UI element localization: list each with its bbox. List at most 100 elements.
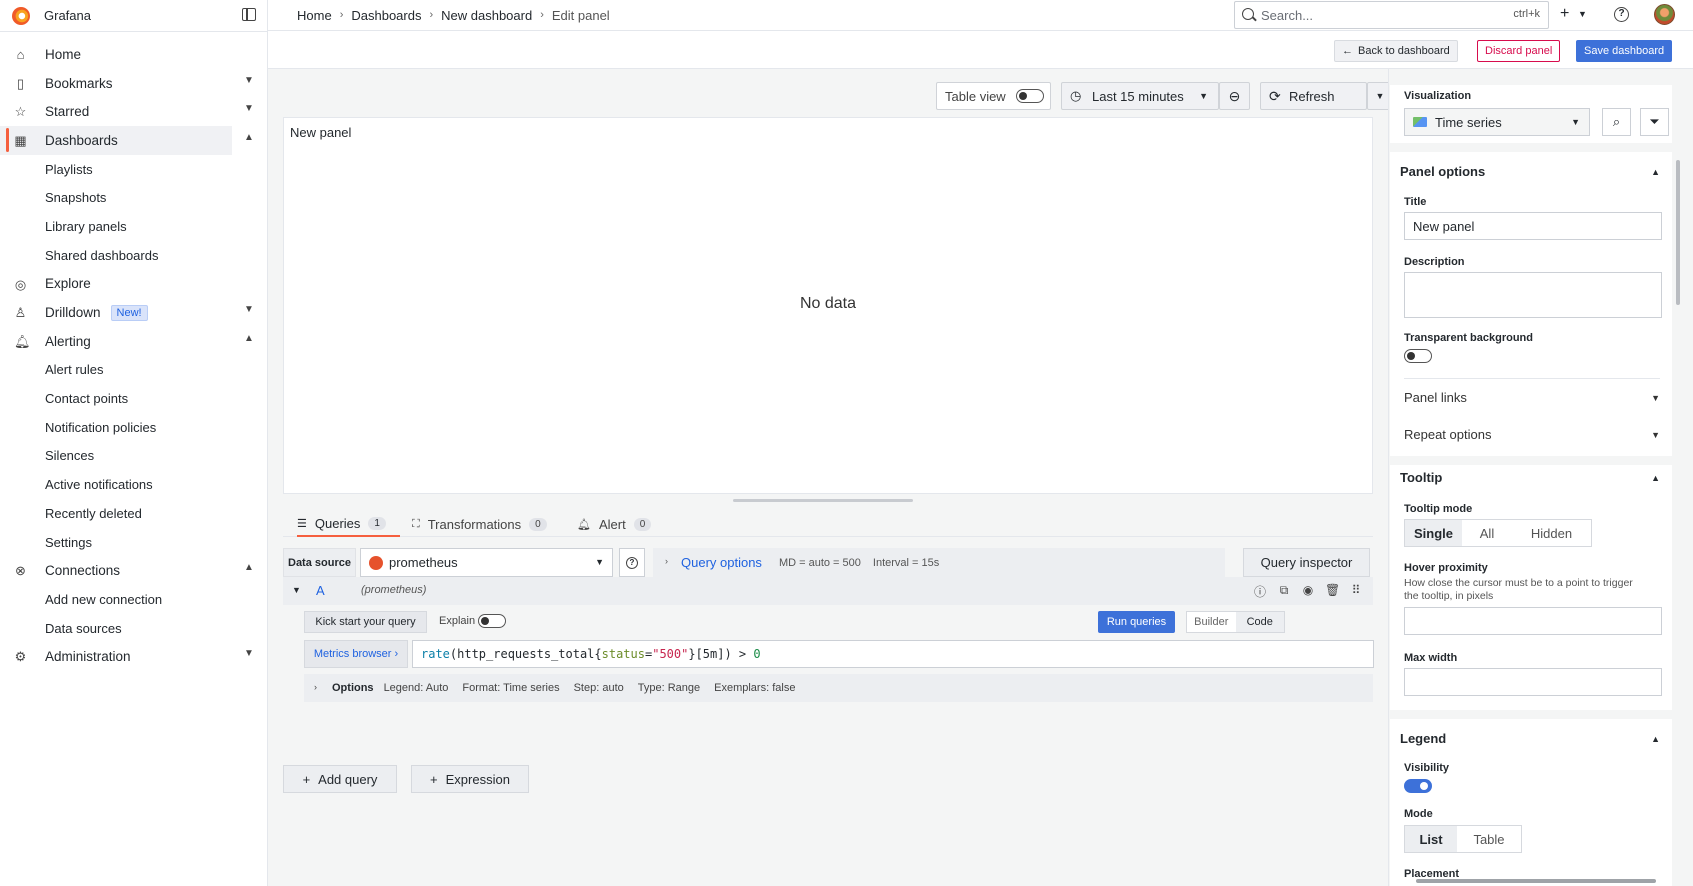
explain-switch[interactable] xyxy=(478,614,506,628)
duplicate-icon[interactable]: ⧉ xyxy=(1277,583,1291,597)
chevron-down-icon[interactable]: ▼ xyxy=(244,648,254,659)
tooltip-mode-single[interactable]: Single xyxy=(1405,520,1462,546)
breadcrumb-dashboards[interactable]: Dashboards xyxy=(351,8,421,23)
query-options-row[interactable]: › Options Legend: Auto Format: Time seri… xyxy=(304,674,1373,702)
datasource-picker[interactable]: prometheus ▼ xyxy=(360,548,613,577)
panel-options-header[interactable]: Panel options ▲ xyxy=(1400,164,1660,179)
nav-item-alerting[interactable]: 🔔︎ Alerting ▲ xyxy=(0,327,267,356)
add-query-button[interactable]: + Add query xyxy=(283,765,397,793)
options-horizontal-scrollbar[interactable] xyxy=(1416,879,1656,883)
edit-action-bar: ← Back to dashboard Discard panel Save d… xyxy=(268,31,1693,69)
breadcrumb-new-dashboard[interactable]: New dashboard xyxy=(441,8,532,23)
nav-item-playlists[interactable]: Playlists xyxy=(0,155,267,184)
nav-item-active-notifications[interactable]: Active notifications xyxy=(0,470,267,499)
zoom-out-button[interactable]: ⊖ xyxy=(1219,82,1250,110)
nav-item-home[interactable]: ⌂ Home xyxy=(0,40,267,69)
avatar[interactable] xyxy=(1654,4,1675,25)
tab-queries[interactable]: ☰ Queries 1 xyxy=(297,512,400,537)
refresh-button[interactable]: ⟳ Refresh xyxy=(1260,82,1367,110)
search-input[interactable]: Search... ctrl+k xyxy=(1234,1,1549,29)
nav-item-connections[interactable]: ⊗ Connections ▲ xyxy=(0,556,267,585)
drag-handle-icon[interactable]: ⠿ xyxy=(1349,583,1363,597)
nav-item-settings[interactable]: Settings xyxy=(0,528,267,557)
nav-item-explore[interactable]: ◎ Explore xyxy=(0,270,267,299)
nav-item-drilldown[interactable]: ♙ Drilldown New! ▼ xyxy=(0,298,267,327)
chevron-down-icon[interactable]: ▼ xyxy=(244,75,254,86)
metrics-browser-button[interactable]: Metrics browser › xyxy=(304,640,408,668)
star-icon: ☆ xyxy=(14,104,27,120)
nav-item-notification-policies[interactable]: Notification policies xyxy=(0,413,267,442)
nav-item-bookmarks[interactable]: ▯ Bookmarks ▼ xyxy=(0,69,267,98)
query-ref-id[interactable]: A xyxy=(316,583,325,598)
table-view-switch[interactable] xyxy=(1016,89,1044,103)
back-to-dashboard-button[interactable]: ← Back to dashboard xyxy=(1334,40,1458,62)
discard-panel-button[interactable]: Discard panel xyxy=(1477,40,1561,62)
tab-transformations[interactable]: ⛶ Transformations 0 xyxy=(412,512,547,537)
splitter-handle[interactable] xyxy=(733,499,913,502)
kick-start-button[interactable]: Kick start your query xyxy=(304,611,427,633)
chevron-up-icon[interactable]: ▲ xyxy=(244,132,254,143)
save-dashboard-button[interactable]: Save dashboard xyxy=(1576,40,1673,62)
chevron-up-icon: ▲ xyxy=(1651,734,1660,744)
table-view-toggle[interactable]: Table view xyxy=(936,82,1051,110)
help-icon[interactable]: ⓘ xyxy=(1253,583,1267,599)
nav-item-data-sources[interactable]: Data sources xyxy=(0,614,267,643)
new-plus-icon[interactable]: + xyxy=(1560,5,1569,23)
panel-links-section[interactable]: Panel links ▼ xyxy=(1404,390,1660,405)
tooltip-mode-all[interactable]: All xyxy=(1462,520,1512,546)
mode-builder[interactable]: Builder xyxy=(1187,612,1236,632)
dock-menu-icon[interactable] xyxy=(242,8,256,21)
search-options-button[interactable]: ⌕ xyxy=(1602,108,1631,136)
max-width-input[interactable] xyxy=(1404,668,1662,696)
tooltip-header[interactable]: Tooltip ▲ xyxy=(1400,470,1660,485)
transparent-background-switch[interactable] xyxy=(1404,349,1432,363)
nav-item-library-panels[interactable]: Library panels xyxy=(0,212,267,241)
visualization-picker[interactable]: Time series ▼ xyxy=(1404,108,1590,136)
add-expression-button[interactable]: + Expression xyxy=(411,765,529,793)
mode-code[interactable]: Code xyxy=(1235,612,1284,632)
tab-alert[interactable]: 🔔︎ Alert 0 xyxy=(577,512,652,537)
grafana-logo-icon[interactable] xyxy=(12,6,30,25)
trash-icon[interactable]: 🗑︎ xyxy=(1325,583,1340,597)
legend-mode-table[interactable]: Table xyxy=(1457,826,1521,852)
nav-item-contact-points[interactable]: Contact points xyxy=(0,384,267,413)
chevron-up-icon[interactable]: ▲ xyxy=(244,562,254,573)
nav-item-add-new-connection[interactable]: Add new connection xyxy=(0,585,267,614)
run-queries-button[interactable]: Run queries xyxy=(1098,611,1175,633)
nav-item-silences[interactable]: Silences xyxy=(0,442,267,471)
nav-item-dashboards[interactable]: ▦ Dashboards ▲ xyxy=(0,126,254,155)
nav-item-alert-rules[interactable]: Alert rules xyxy=(0,356,267,385)
nav-item-recently-deleted[interactable]: Recently deleted xyxy=(0,499,267,528)
panel-title-input[interactable]: New panel xyxy=(1404,212,1662,240)
chevron-up-icon[interactable]: ▲ xyxy=(244,333,254,344)
bell-icon: 🔔︎ xyxy=(14,333,31,349)
query-row-header[interactable]: ▼ A (prometheus) ⓘ ⧉ ◉ 🗑︎ ⠿ xyxy=(283,577,1373,605)
chevron-down-icon[interactable]: ▼ xyxy=(1578,9,1587,19)
promql-query-input[interactable]: rate (http_requests_total{status = "500"}[5… xyxy=(412,640,1374,668)
button-label: Add query xyxy=(318,771,378,787)
hover-proximity-input[interactable] xyxy=(1404,607,1662,635)
panel-description-textarea[interactable] xyxy=(1404,272,1662,318)
time-range-picker[interactable]: ◷ Last 15 minutes ▼ xyxy=(1061,82,1219,110)
options-scrollbar[interactable] xyxy=(1676,160,1680,305)
repeat-options-section[interactable]: Repeat options ▼ xyxy=(1404,427,1660,442)
legend-visibility-switch[interactable] xyxy=(1404,779,1432,793)
nav-item-snapshots[interactable]: Snapshots xyxy=(0,183,267,212)
nav-item-shared-dashboards[interactable]: Shared dashboards xyxy=(0,241,267,270)
legend-mode-list[interactable]: List xyxy=(1405,826,1457,852)
breadcrumb-home[interactable]: Home xyxy=(297,8,332,23)
help-icon[interactable]: ? xyxy=(1614,7,1629,22)
query-inspector-button[interactable]: Query inspector xyxy=(1243,548,1370,577)
chevron-down-icon[interactable]: ▼ xyxy=(292,585,301,595)
legend-header[interactable]: Legend ▲ xyxy=(1400,731,1660,746)
query-options[interactable]: › Query options MD = auto = 500 Interval… xyxy=(653,548,1225,577)
chevron-down-icon[interactable]: ▼ xyxy=(244,304,254,315)
tooltip-mode-hidden[interactable]: Hidden xyxy=(1512,520,1591,546)
nav-item-administration[interactable]: ⚙ Administration ▼ xyxy=(0,642,267,671)
eye-icon[interactable]: ◉ xyxy=(1301,583,1315,597)
nav-item-starred[interactable]: ☆ Starred ▼ xyxy=(0,97,267,126)
chevron-down-icon[interactable]: ▼ xyxy=(244,103,254,114)
datasource-help-button[interactable]: ? xyxy=(619,548,645,577)
query-options-link[interactable]: Query options xyxy=(681,555,762,570)
filter-options-button[interactable]: ⏷ xyxy=(1640,108,1669,136)
